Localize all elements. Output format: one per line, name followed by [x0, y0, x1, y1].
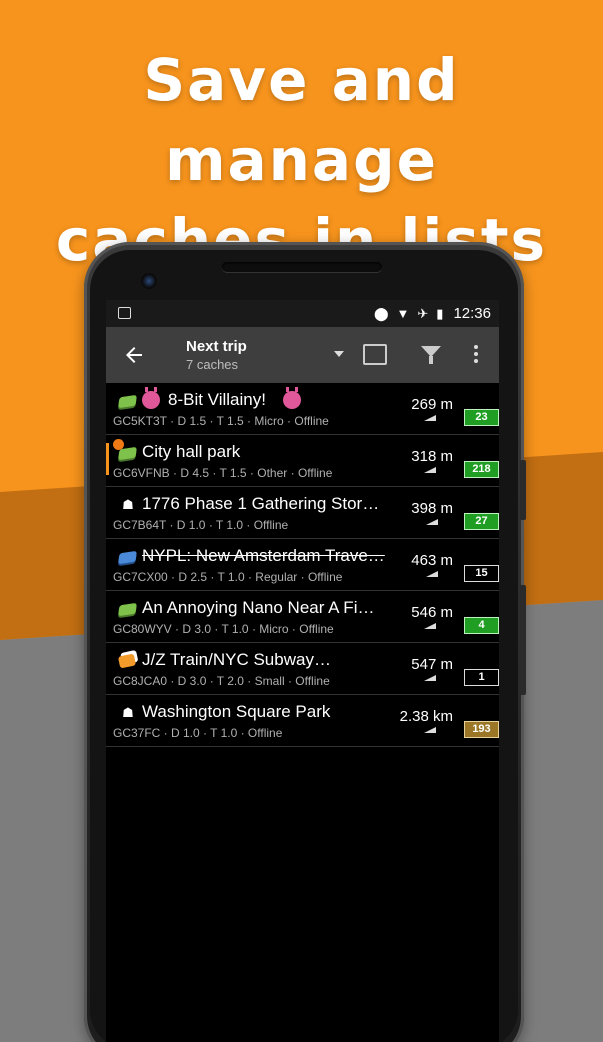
list-subtitle: 7 caches — [186, 357, 239, 372]
cache-info: GC6VFNB · D 4.5 · T 1.5 · Other · Offlin… — [113, 466, 333, 480]
cache-info: GC7B64T · D 1.0 · T 1.0 · Offline — [113, 518, 289, 532]
app-screen: ⬤ ▼ ✈ ▮ 12:36 Next trip 7 caches 8-Bit V… — [106, 300, 499, 1042]
virtual-cache-icon — [118, 550, 137, 565]
cache-row[interactable]: J/Z Train/NYC Subway… GC8JCA0 · D 3.0 · T… — [106, 643, 499, 695]
airplane-icon: ✈ — [417, 305, 429, 321]
more-menu-icon[interactable] — [474, 345, 478, 365]
direction-arrow-icon — [426, 519, 438, 525]
list-title[interactable]: Next trip — [186, 338, 247, 355]
volume-button — [520, 460, 526, 520]
headline-line-1: Save and manage — [143, 46, 460, 194]
cache-row[interactable]: ☗ 1776 Phase 1 Gathering Stor… GC7B64T · D… — [106, 487, 499, 539]
direction-arrow-icon — [424, 727, 436, 733]
power-button — [520, 585, 526, 695]
image-icon — [118, 307, 131, 319]
cache-info: GC80WYV · D 3.0 · T 1.0 · Micro · Offlin… — [113, 622, 334, 636]
back-arrow-icon[interactable] — [122, 343, 146, 367]
cache-distance: 546 m — [411, 604, 453, 621]
multi-cache-icon — [117, 653, 137, 669]
cache-row[interactable]: 8-Bit Villainy! GC5KT3T · D 1.5 · T 1.5 ·… — [106, 383, 499, 435]
toolbar: Next trip 7 caches — [106, 327, 499, 383]
cache-row[interactable]: NYPL: New Amsterdam Trave… GC7CX00 · D 2.… — [106, 539, 499, 591]
front-camera — [141, 273, 157, 289]
cache-name: City hall park — [142, 442, 241, 461]
event-cache-icon: ☗ — [122, 705, 134, 720]
traditional-cache-icon — [118, 602, 137, 617]
monster-emoji-icon — [142, 387, 160, 409]
favorites-badge: 27 — [464, 513, 499, 530]
cache-name: An Annoying Nano Near A FiD… — [142, 598, 386, 617]
battery-icon: ▮ — [436, 305, 444, 321]
cache-distance: 2.38 km — [399, 708, 453, 725]
traditional-cache-icon — [118, 394, 137, 409]
cache-distance: 318 m — [411, 448, 453, 465]
filter-icon[interactable] — [421, 346, 441, 364]
speaker-grille — [222, 262, 382, 272]
cache-name: Washington Square Park — [142, 702, 331, 721]
cache-info: GC8JCA0 · D 3.0 · T 2.0 · Small · Offlin… — [113, 674, 330, 688]
location-icon: ⬤ — [373, 305, 389, 321]
map-icon[interactable] — [363, 344, 387, 365]
cache-row[interactable]: City hall park GC6VFNB · D 4.5 · T 1.5 · … — [106, 435, 499, 487]
direction-arrow-icon — [424, 675, 436, 681]
cache-name: J/Z Train/NYC Subway… — [142, 650, 331, 669]
cache-info: GC5KT3T · D 1.5 · T 1.5 · Micro · Offlin… — [113, 414, 329, 428]
cache-list: 8-Bit Villainy! GC5KT3T · D 1.5 · T 1.5 ·… — [106, 383, 499, 747]
cache-name: 1776 Phase 1 Gathering Stor… — [142, 494, 380, 513]
cache-distance: 463 m — [411, 552, 453, 569]
cache-name: 8-Bit Villainy! — [168, 390, 266, 409]
dropdown-arrow-icon[interactable] — [334, 351, 344, 357]
direction-arrow-icon — [424, 415, 436, 421]
direction-arrow-icon — [426, 571, 438, 577]
cache-distance: 547 m — [411, 656, 453, 673]
favorites-badge: 15 — [464, 565, 499, 582]
direction-arrow-icon — [424, 467, 436, 473]
cache-info: GC37FC · D 1.0 · T 1.0 · Offline — [113, 726, 283, 740]
favorites-badge: 4 — [464, 617, 499, 634]
pumpkin-icon — [113, 439, 124, 450]
favorites-badge: 1 — [464, 669, 499, 686]
cache-name: NYPL: New Amsterdam Trave… — [142, 546, 385, 565]
wifi-icon: ▼ — [396, 305, 410, 321]
cache-row[interactable]: An Annoying Nano Near A FiD… GC80WYV · D … — [106, 591, 499, 643]
cache-distance: 269 m — [411, 396, 453, 413]
favorites-badge: 193 — [464, 721, 499, 738]
cache-row[interactable]: ☗ Washington Square Park GC37FC · D 1.0 · … — [106, 695, 499, 747]
favorites-badge: 218 — [464, 461, 499, 478]
favorites-badge: 23 — [464, 409, 499, 426]
status-bar: ⬤ ▼ ✈ ▮ 12:36 — [106, 300, 499, 327]
clock: 12:36 — [453, 305, 491, 322]
cache-info: GC7CX00 · D 2.5 · T 1.0 · Regular · Offl… — [113, 570, 343, 584]
direction-arrow-icon — [424, 623, 436, 629]
cache-distance: 398 m — [411, 500, 453, 517]
event-cache-icon: ☗ — [122, 497, 134, 512]
